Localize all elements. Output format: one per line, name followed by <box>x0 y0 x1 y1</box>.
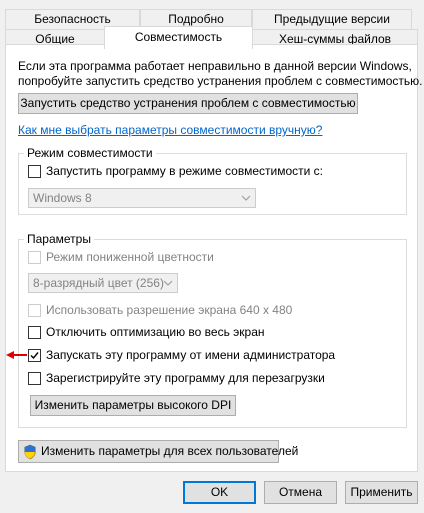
all-users-label: Изменить параметры для всех пользователе… <box>41 444 299 458</box>
settings-title: Параметры <box>24 232 94 246</box>
compat-mode-label: Запустить программу в режиме совместимос… <box>46 164 323 178</box>
disable-fullscreen-label: Отключить оптимизацию во весь экран <box>46 325 265 339</box>
res-640-checkbox <box>28 304 41 317</box>
high-dpi-label: Изменить параметры высокого DPI <box>34 398 232 412</box>
color-depth-value: 8-разрядный цвет (256) <box>33 276 164 290</box>
color-depth-select: 8-разрядный цвет (256) <box>28 273 178 293</box>
red-arrow-icon <box>6 351 27 359</box>
apply-label: Применить <box>350 485 413 499</box>
tab-previous-versions[interactable]: Предыдущие версии <box>252 9 412 30</box>
chevron-down-icon <box>163 280 173 286</box>
tab-details-label: Подробно <box>168 12 224 26</box>
apply-button[interactable]: Применить <box>345 481 418 504</box>
tab-previous-versions-label: Предыдущие версии <box>274 12 390 26</box>
compat-mode-checkbox[interactable] <box>28 165 41 178</box>
intro-line-1: Если эта программа работает неправильно … <box>18 59 412 73</box>
tab-compatibility-label: Совместимость <box>134 30 223 44</box>
cancel-button[interactable]: Отмена <box>264 481 337 504</box>
checkmark-icon <box>30 352 39 360</box>
run-troubleshooter-button[interactable]: Запустить средство устранения проблем с … <box>18 93 358 114</box>
compat-os-select: Windows 8 <box>28 188 256 208</box>
high-dpi-button[interactable]: Изменить параметры высокого DPI <box>30 395 236 416</box>
compat-os-value: Windows 8 <box>33 191 92 205</box>
ok-label: OK <box>210 485 229 499</box>
shield-icon <box>24 444 36 460</box>
res-640-label: Использовать разрешение экрана 640 x 480 <box>46 303 293 317</box>
disable-fullscreen-checkbox[interactable] <box>28 326 41 339</box>
compat-mode-title: Режим совместимости <box>24 146 156 160</box>
run-troubleshooter-label: Запустить средство устранения проблем с … <box>20 96 356 110</box>
run-as-admin-checkbox[interactable] <box>28 349 41 362</box>
reduced-color-label: Режим пониженной цветности <box>46 250 214 264</box>
register-restart-checkbox[interactable] <box>28 372 41 385</box>
chevron-down-icon <box>241 195 251 201</box>
ok-button[interactable]: OK <box>183 481 256 504</box>
tab-security-label: Безопасность <box>34 12 111 26</box>
cancel-label: Отмена <box>278 485 323 499</box>
tab-compatibility[interactable]: Совместимость <box>104 26 253 49</box>
register-restart-label: Зарегистрируйте эту программу для переза… <box>46 371 325 385</box>
manual-settings-link[interactable]: Как мне выбрать параметры совместимости … <box>18 123 322 137</box>
all-users-button[interactable]: Изменить параметры для всех пользователе… <box>18 440 298 463</box>
run-as-admin-label: Запускать эту программу от имени админис… <box>46 348 336 362</box>
reduced-color-checkbox <box>28 251 41 264</box>
intro-line-2: попробуйте запустить средство устранения… <box>18 74 423 88</box>
compatibility-panel: Если эта программа работает неправильно … <box>5 44 422 472</box>
